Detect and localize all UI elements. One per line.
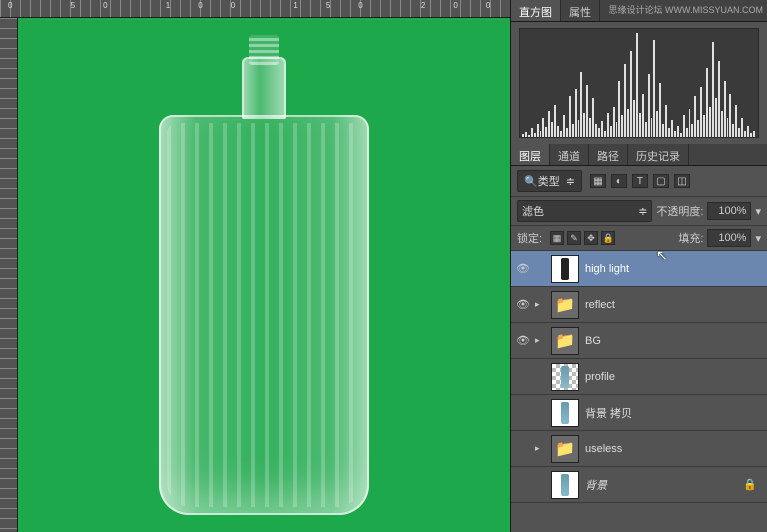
ruler-horizontal[interactable]: 0 50 100 150 200 250 300 350 (0, 0, 510, 18)
layer-list: 👁 high light 👁 ▸ 📁 reflect 👁 ▸ 📁 BG profile 背景 拷贝 ▸ 📁… (511, 251, 767, 532)
panels-sidebar: 思缘设计论坛 WWW.MISSYUAN.COM 直方图 属性 图层 通道 路径 … (510, 0, 767, 532)
layer-name[interactable]: profile (585, 371, 761, 383)
layer-name[interactable]: BG (585, 335, 761, 347)
chevron-down-icon[interactable]: ▾ (755, 232, 761, 245)
filter-type-icon[interactable]: T (632, 174, 648, 188)
visibility-toggle[interactable]: 👁 (517, 263, 529, 275)
lock-all-icon[interactable]: 🔒 (601, 231, 615, 245)
tab-history[interactable]: 历史记录 (628, 144, 689, 165)
visibility-toggle[interactable] (517, 407, 529, 419)
layer-row[interactable]: 背景 拷贝 (511, 395, 767, 431)
layers-header: 🔍 类型 ≑ ▦ ◐ T ▢ ◫ 滤色≑ 不透明度: 100% ▾ 锁定: ▦ … (511, 166, 767, 251)
tab-histogram[interactable]: 直方图 (511, 0, 561, 21)
layer-row[interactable]: profile (511, 359, 767, 395)
layer-row[interactable]: 👁 ▸ 📁 reflect (511, 287, 767, 323)
layer-row[interactable]: 👁 ▸ 📁 BG (511, 323, 767, 359)
layer-thumbnail[interactable]: 📁 (551, 435, 579, 463)
chevron-down-icon[interactable]: ▾ (755, 205, 761, 218)
lock-paint-icon[interactable]: ✎ (567, 231, 581, 245)
layer-row[interactable]: 背景 🔒 (511, 467, 767, 503)
visibility-toggle[interactable] (517, 371, 529, 383)
layer-thumbnail[interactable] (551, 399, 579, 427)
watermark-text: 思缘设计论坛 WWW.MISSYUAN.COM (609, 3, 764, 16)
disclosure-icon[interactable]: ▸ (535, 335, 545, 346)
layer-thumbnail[interactable]: 📁 (551, 327, 579, 355)
ruler-vertical[interactable] (0, 18, 18, 532)
layer-name[interactable]: useless (585, 443, 761, 455)
canvas-area: 0 50 100 150 200 250 300 350 (0, 0, 510, 532)
layer-name[interactable]: reflect (585, 299, 761, 311)
filter-label: 类型 (538, 173, 560, 189)
layer-thumbnail[interactable] (551, 255, 579, 283)
filter-smart-icon[interactable]: ◫ (674, 174, 690, 188)
layer-row[interactable]: ▸ 📁 useless (511, 431, 767, 467)
fill-label: 填充: (678, 230, 703, 246)
canvas[interactable] (18, 18, 510, 532)
visibility-toggle[interactable] (517, 443, 529, 455)
layers-panel-tabs: 图层 通道 路径 历史记录 (511, 144, 767, 166)
visibility-toggle[interactable]: 👁 (517, 299, 529, 311)
visibility-toggle[interactable]: 👁 (517, 335, 529, 347)
filter-adjust-icon[interactable]: ◐ (611, 174, 627, 188)
lock-move-icon[interactable]: ✥ (584, 231, 598, 245)
opacity-input[interactable]: 100% (707, 202, 751, 220)
tab-paths[interactable]: 路径 (589, 144, 628, 165)
lock-label: 锁定: (517, 230, 542, 246)
layer-thumbnail[interactable]: 📁 (551, 291, 579, 319)
histogram-graph (519, 28, 759, 138)
layer-name[interactable]: 背景 拷贝 (585, 405, 761, 421)
bottle-artwork (159, 35, 369, 515)
disclosure-icon[interactable]: ▸ (535, 443, 545, 454)
visibility-toggle[interactable] (517, 479, 529, 491)
lock-icon: 🔒 (743, 478, 757, 491)
layer-thumbnail[interactable] (551, 363, 579, 391)
lock-transparent-icon[interactable]: ▦ (550, 231, 564, 245)
tab-channels[interactable]: 通道 (550, 144, 589, 165)
layer-name[interactable]: high light (585, 263, 761, 275)
blend-mode-value: 滤色 (522, 203, 544, 219)
fill-input[interactable]: 100% (707, 229, 751, 247)
tab-layers[interactable]: 图层 (511, 144, 550, 165)
layer-name[interactable]: 背景 (585, 477, 737, 493)
opacity-label: 不透明度: (656, 203, 703, 219)
tab-properties[interactable]: 属性 (561, 0, 600, 21)
blend-mode-dropdown[interactable]: 滤色≑ (517, 200, 652, 222)
layer-row[interactable]: 👁 high light (511, 251, 767, 287)
filter-pixel-icon[interactable]: ▦ (590, 174, 606, 188)
filter-shape-icon[interactable]: ▢ (653, 174, 669, 188)
disclosure-icon[interactable]: ▸ (535, 299, 545, 310)
layer-thumbnail[interactable] (551, 471, 579, 499)
layer-filter-type[interactable]: 🔍 类型 ≑ (517, 170, 582, 192)
